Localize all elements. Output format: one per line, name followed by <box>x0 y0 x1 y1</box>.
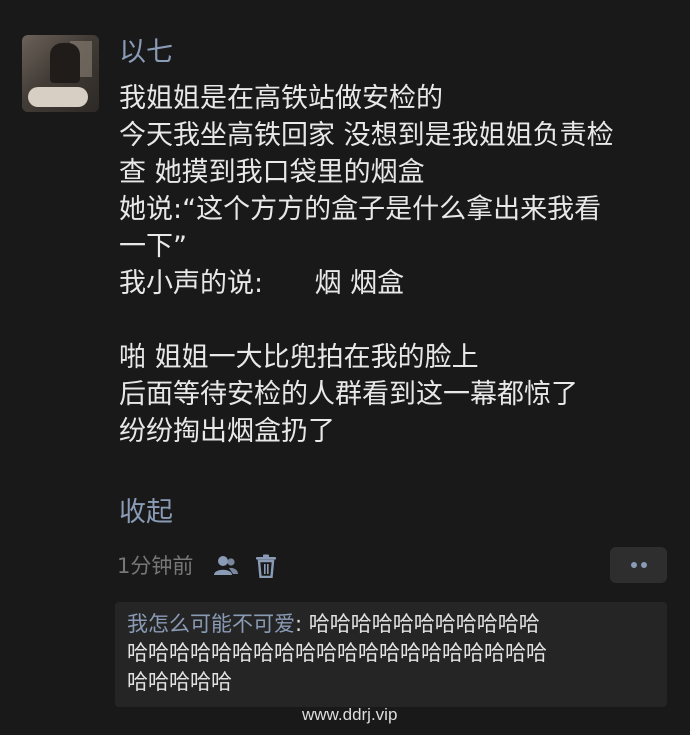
post-line: 我小声的说: 烟 烟盒 <box>119 268 405 299</box>
post-meta: 1分钟前 <box>117 548 281 584</box>
post-line: 一下” <box>119 231 187 262</box>
comment-section: 我怎么可能不可爱: 哈哈哈哈哈哈哈哈哈哈哈 哈哈哈哈哈哈哈哈哈哈哈哈哈哈哈哈哈哈… <box>115 602 667 707</box>
post-line: 我姐姐是在高铁站做安检的 <box>119 83 443 114</box>
friends-visibility-icon[interactable] <box>211 551 241 581</box>
post-line: 她说:“这个方方的盒子是什么拿出来我看 <box>119 194 602 225</box>
comment-author[interactable]: 我怎么可能不可爱 <box>127 612 295 636</box>
comment-line: 哈哈哈哈哈哈哈哈哈哈哈哈哈哈哈哈哈哈哈哈 <box>127 641 547 665</box>
post-line: 纷纷掏出烟盒扔了 <box>119 416 335 447</box>
avatar[interactable] <box>22 35 99 112</box>
post-line: 今天我坐高铁回家 没想到是我姐姐负责检 <box>119 120 614 151</box>
comment-line: 哈哈哈哈哈 <box>127 670 232 694</box>
post-time: 1分钟前 <box>117 554 194 578</box>
comment-line: 我怎么可能不可爱: 哈哈哈哈哈哈哈哈哈哈哈 <box>127 610 657 639</box>
comment-separator: : <box>295 612 309 636</box>
post-line: 啪 姐姐一大比兜拍在我的脸上 <box>119 342 479 373</box>
watermark: www.ddrj.vip <box>302 705 398 724</box>
post-line: 后面等待安检的人群看到这一幕都惊了 <box>119 379 578 410</box>
more-button[interactable] <box>610 547 667 583</box>
more-dots-icon <box>630 562 647 568</box>
username[interactable]: 以七 <box>119 35 173 71</box>
moment-post: 以七 我姐姐是在高铁站做安检的 今天我坐高铁回家 没想到是我姐姐负责检 查 她摸… <box>0 0 690 735</box>
trash-icon[interactable] <box>251 551 281 581</box>
comment-text: 哈哈哈哈哈哈哈哈哈哈哈 <box>308 612 540 636</box>
post-text: 我姐姐是在高铁站做安检的 今天我坐高铁回家 没想到是我姐姐负责检 查 她摸到我口… <box>119 80 674 450</box>
comment-item[interactable]: 我怎么可能不可爱: 哈哈哈哈哈哈哈哈哈哈哈 哈哈哈哈哈哈哈哈哈哈哈哈哈哈哈哈哈哈… <box>127 610 657 697</box>
post-line-blank <box>119 302 674 339</box>
collapse-button[interactable]: 收起 <box>119 495 173 531</box>
post-line: 查 她摸到我口袋里的烟盒 <box>119 157 425 188</box>
